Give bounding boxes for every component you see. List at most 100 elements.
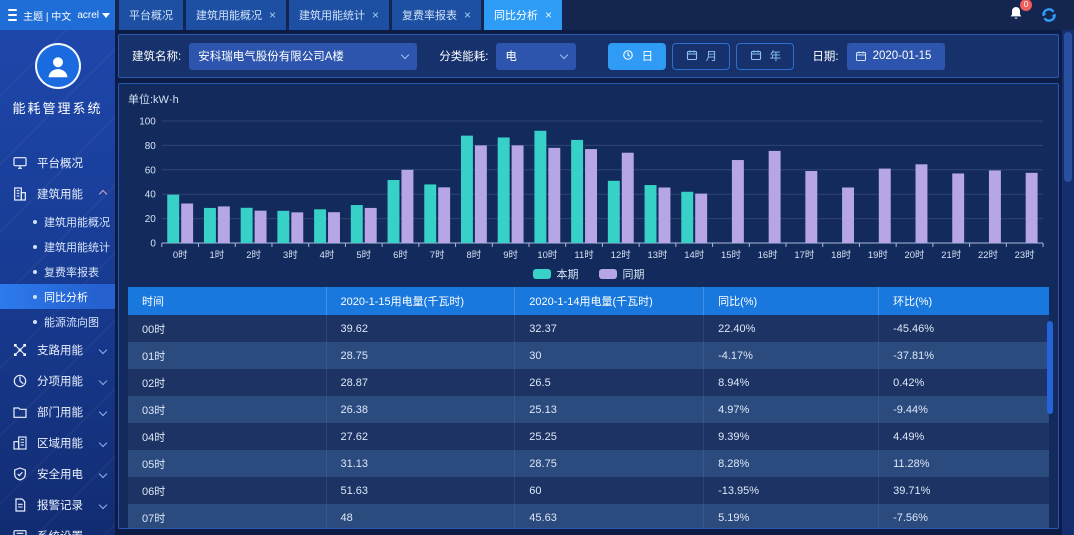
- refresh-icon[interactable]: [1040, 6, 1058, 24]
- table-row: 07时4845.635.19%-7.56%: [128, 504, 1049, 529]
- legend-item-同期[interactable]: 同期: [599, 266, 645, 282]
- branch-icon: [12, 342, 28, 358]
- sidebar-item-报警记录[interactable]: 报警记录: [0, 489, 115, 520]
- alarm-log-icon: [12, 497, 28, 513]
- period-button-label: 年: [770, 48, 782, 64]
- chart-bar-previous: [989, 170, 1001, 243]
- theme-language-switch[interactable]: 主题 | 中文: [23, 8, 71, 23]
- header-tab[interactable]: 同比分析×: [484, 0, 562, 30]
- sidebar-item-label: 建筑用能: [37, 186, 83, 202]
- legend-item-本期[interactable]: 本期: [533, 266, 579, 282]
- table-cell: 8.28%: [704, 450, 879, 477]
- chart-bar-previous: [512, 145, 524, 243]
- chart-bar-previous: [365, 208, 377, 243]
- x-axis-tick-label: 9时: [503, 249, 518, 261]
- table-row: 02时28.8726.58.94%0.42%: [128, 369, 1049, 396]
- building-select[interactable]: 安科瑞电气股份有限公司A楼: [189, 43, 417, 70]
- period-button-label: 月: [706, 48, 718, 64]
- x-axis-tick-label: 19时: [868, 249, 888, 261]
- table-cell: 32.37: [515, 315, 704, 342]
- header-tab[interactable]: 平台概况: [119, 0, 183, 30]
- chart-bar-previous: [732, 160, 744, 243]
- sidebar-subitem-复费率报表[interactable]: 复费率报表: [0, 259, 115, 284]
- y-axis-tick-label: 100: [139, 116, 156, 127]
- monitor-icon: [12, 155, 28, 171]
- chart-bar-previous: [218, 206, 230, 243]
- sidebar-item-label: 支路用能: [37, 342, 83, 358]
- x-axis-tick-label: 18时: [831, 249, 851, 261]
- period-button-年[interactable]: 年: [736, 43, 794, 70]
- chevron-down-icon: [99, 407, 107, 415]
- bell-icon[interactable]: 0: [1008, 5, 1024, 26]
- calendar-icon: [686, 49, 698, 64]
- page-scrollbar-thumb[interactable]: [1064, 32, 1072, 182]
- chevron-down-icon: [99, 469, 107, 477]
- tab-label: 复费率报表: [402, 7, 457, 23]
- sidebar-item-支路用能[interactable]: 支路用能: [0, 334, 115, 365]
- table-cell: 28.75: [515, 450, 704, 477]
- period-button-label: 日: [642, 48, 654, 64]
- chart-bar-current: [388, 180, 400, 243]
- sidebar-subitem-能源流向图[interactable]: 能源流向图: [0, 309, 115, 334]
- tab-close-icon[interactable]: ×: [372, 9, 379, 21]
- chart-bar-current: [424, 184, 436, 243]
- sidebar-item-安全用电[interactable]: 安全用电: [0, 458, 115, 489]
- chart-unit-label: 单位:kW·h: [128, 91, 1049, 107]
- sidebar-item-label: 平台概况: [37, 155, 83, 171]
- sidebar-item-区域用能[interactable]: 区域用能: [0, 427, 115, 458]
- chart-bar-previous: [842, 187, 854, 243]
- shield-icon: [12, 466, 28, 482]
- table-cell: -7.56%: [879, 504, 1049, 529]
- chart-bar-previous: [952, 173, 964, 243]
- chart-bar-current: [681, 192, 693, 243]
- table-row: 03时26.3825.134.97%-9.44%: [128, 396, 1049, 423]
- energy-type-select[interactable]: 电: [496, 43, 576, 70]
- sidebar-item-分项用能[interactable]: 分项用能: [0, 365, 115, 396]
- date-input[interactable]: 2020-01-15: [847, 43, 945, 70]
- table-scrollbar-thumb[interactable]: [1047, 321, 1053, 414]
- sidebar-item-系统设置[interactable]: 系统设置: [0, 520, 115, 535]
- user-dropdown[interactable]: acrel: [77, 10, 110, 21]
- sidebar-item-label: 安全用电: [37, 466, 83, 482]
- sidebar-subitem-建筑用能概况[interactable]: 建筑用能概况: [0, 209, 115, 234]
- chart-bar-previous: [916, 164, 928, 243]
- chart-bar-previous: [1026, 173, 1038, 243]
- x-axis-tick-label: 17时: [794, 249, 814, 261]
- sidebar-item-部门用能[interactable]: 部门用能: [0, 396, 115, 427]
- page-scrollbar[interactable]: [1062, 30, 1074, 535]
- sidebar-subitem-label: 建筑用能统计: [44, 239, 110, 255]
- table-cell: -9.44%: [879, 396, 1049, 423]
- menu-icon[interactable]: [8, 9, 17, 21]
- x-axis-tick-label: 8时: [467, 249, 482, 261]
- sidebar-subitem-建筑用能统计[interactable]: 建筑用能统计: [0, 234, 115, 259]
- period-button-日[interactable]: 日: [608, 43, 666, 70]
- building-select-value: 安科瑞电气股份有限公司A楼: [198, 48, 344, 64]
- settings-icon: [12, 528, 28, 535]
- tab-close-icon[interactable]: ×: [269, 9, 276, 21]
- table-row: 04时27.6225.259.39%4.49%: [128, 423, 1049, 450]
- x-axis-tick-label: 1时: [210, 249, 225, 261]
- comparison-table: 时间2020-1-15用电量(千瓦时)2020-1-14用电量(千瓦时)同比(%…: [128, 287, 1049, 529]
- table-cell: 25.13: [515, 396, 704, 423]
- sidebar-item-平台概况[interactable]: 平台概况: [0, 147, 115, 178]
- sidebar-subitem-同比分析[interactable]: 同比分析: [0, 284, 115, 309]
- x-axis-tick-label: 3时: [283, 249, 298, 261]
- bullet-icon: [33, 245, 37, 249]
- sidebar-item-建筑用能[interactable]: 建筑用能: [0, 178, 115, 209]
- header-tab[interactable]: 建筑用能统计×: [289, 0, 389, 30]
- period-button-月[interactable]: 月: [672, 43, 730, 70]
- energy-type-label: 分类能耗:: [439, 48, 488, 64]
- header-tab[interactable]: 复费率报表 ×: [392, 0, 481, 30]
- x-axis-tick-label: 6时: [393, 249, 408, 261]
- y-axis-tick-label: 40: [145, 190, 157, 201]
- chart-bar-previous: [438, 187, 450, 243]
- sidebar-subitem-label: 建筑用能概况: [44, 214, 110, 230]
- tab-close-icon[interactable]: ×: [545, 9, 552, 21]
- table-row: 05时31.1328.758.28%11.28%: [128, 450, 1049, 477]
- tab-close-icon[interactable]: ×: [464, 9, 471, 21]
- header-tab[interactable]: 建筑用能概况×: [186, 0, 286, 30]
- x-axis-tick-label: 0时: [173, 249, 188, 261]
- chart-bar-previous: [181, 204, 193, 243]
- x-axis-tick-label: 4时: [320, 249, 335, 261]
- table-cell: -4.17%: [704, 342, 879, 369]
